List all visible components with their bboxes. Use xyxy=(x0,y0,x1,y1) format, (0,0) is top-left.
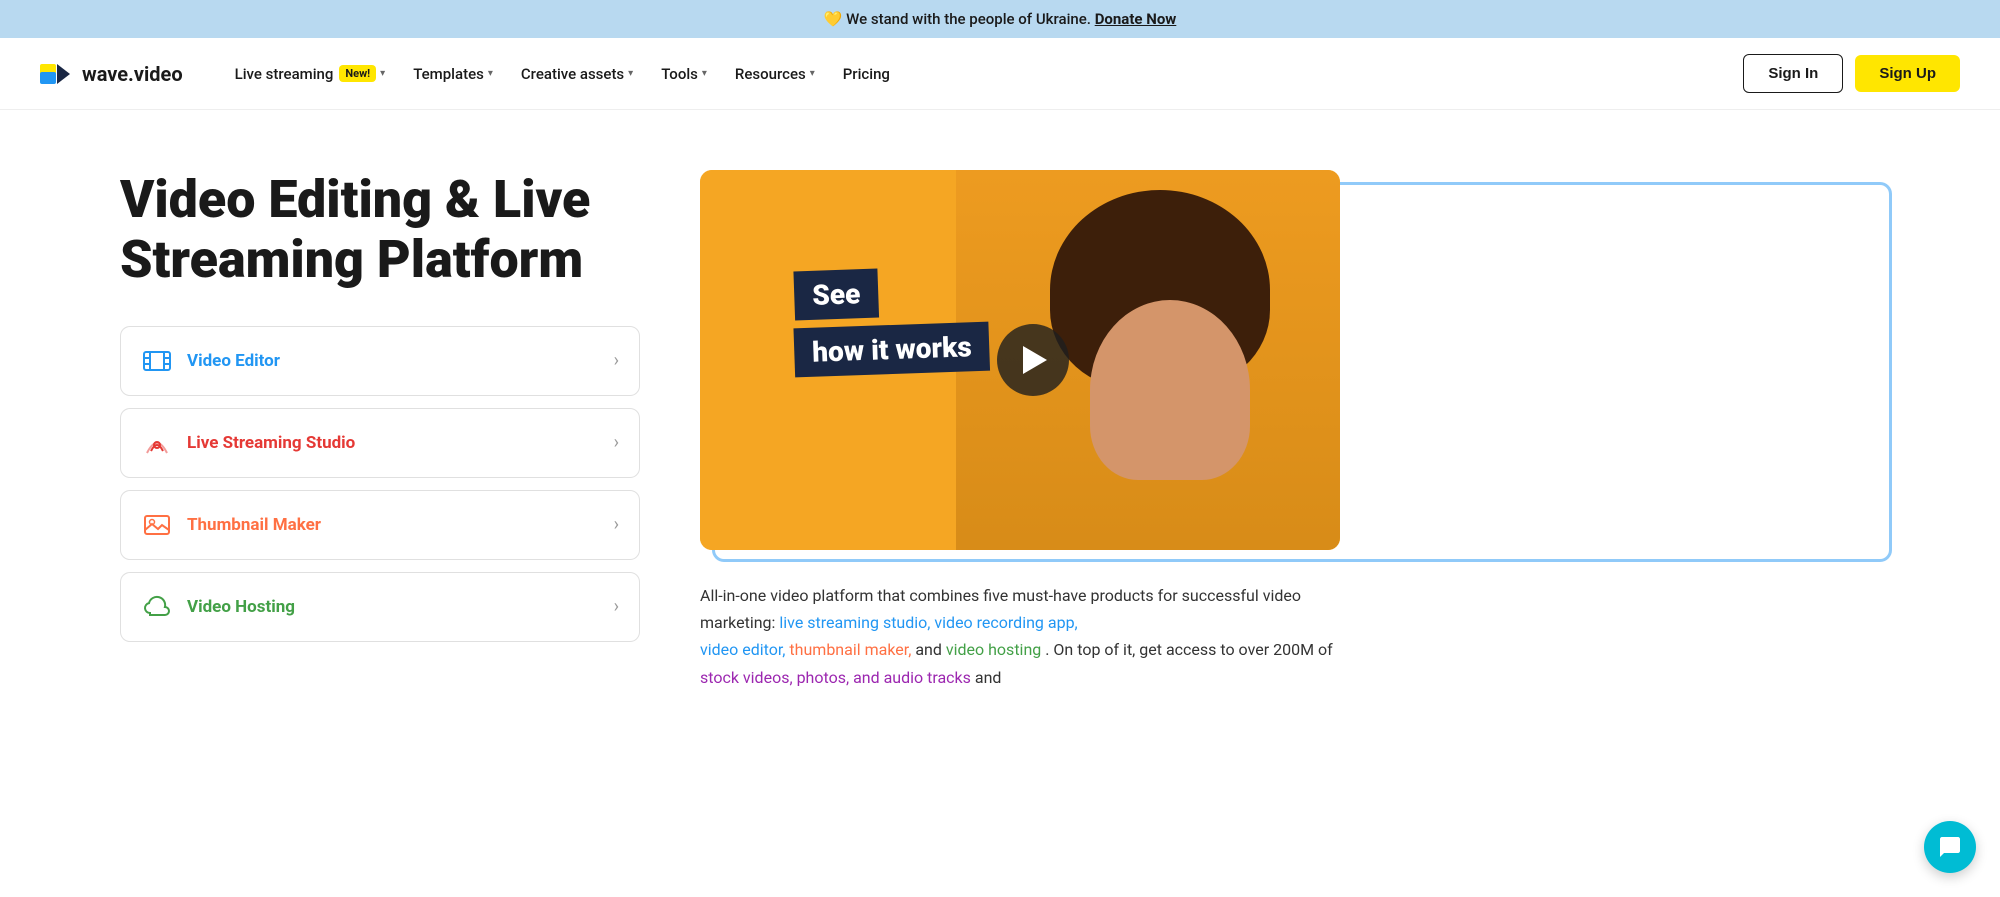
link-video-hosting[interactable]: video hosting xyxy=(946,640,1041,659)
how-it-works-text: how it works xyxy=(793,322,990,378)
nav-resources[interactable]: Resources ▾ xyxy=(723,57,827,91)
donate-link[interactable]: Donate Now xyxy=(1095,10,1177,28)
nav-templates-label: Templates xyxy=(413,65,484,83)
nav-resources-label: Resources xyxy=(735,65,806,83)
nav-actions: Sign In Sign Up xyxy=(1743,54,1960,93)
live-streaming-label: Live Streaming Studio xyxy=(187,433,355,453)
description-text: All-in-one video platform that combines … xyxy=(700,582,1340,691)
chat-bubble[interactable] xyxy=(1924,821,1976,873)
feature-video-editor[interactable]: Video Editor › xyxy=(120,326,640,396)
logo[interactable]: wave.video xyxy=(40,60,183,88)
chevron-down-icon: ▾ xyxy=(810,68,815,79)
logo-icon xyxy=(40,60,76,88)
link-live-streaming[interactable]: live streaming studio, video recording a… xyxy=(779,613,1077,632)
banner-text: We stand with the people of Ukraine. xyxy=(846,10,1091,28)
chevron-down-icon: ▾ xyxy=(488,68,493,79)
feature-left: Video Editor xyxy=(141,345,280,377)
nav-live-streaming-label: Live streaming xyxy=(235,65,334,83)
description-more: . On top of it, get access to over 200M … xyxy=(1045,640,1332,659)
link-thumbnail-maker[interactable]: thumbnail maker, xyxy=(789,640,911,659)
link-video-editor[interactable]: video editor, xyxy=(700,640,785,659)
chevron-down-icon: ▾ xyxy=(628,68,633,79)
broadcast-icon xyxy=(141,427,173,459)
nav-tools[interactable]: Tools ▾ xyxy=(649,57,719,91)
feature-live-streaming[interactable]: Live Streaming Studio › xyxy=(120,408,640,478)
link-stock[interactable]: stock videos, photos, and audio tracks xyxy=(700,668,971,687)
see-text: See xyxy=(793,269,879,321)
arrow-right-icon: › xyxy=(614,596,619,617)
right-section: See how it works All-in-one video platfo… xyxy=(700,170,1880,691)
feature-thumbnail-maker[interactable]: Thumbnail Maker › xyxy=(120,490,640,560)
arrow-right-icon: › xyxy=(614,514,619,535)
play-button[interactable] xyxy=(997,324,1069,396)
film-icon xyxy=(141,345,173,377)
hero-title: Video Editing & Live Streaming Platform xyxy=(120,170,640,290)
arrow-right-icon: › xyxy=(614,350,619,371)
video-editor-label: Video Editor xyxy=(187,351,280,371)
main-content: Video Editing & Live Streaming Platform xyxy=(0,110,2000,731)
ukraine-banner: 💛 We stand with the people of Ukraine. D… xyxy=(0,0,2000,38)
thumbnail-maker-label: Thumbnail Maker xyxy=(187,515,321,535)
nav-templates[interactable]: Templates ▾ xyxy=(401,57,505,91)
feature-left: Thumbnail Maker xyxy=(141,509,321,541)
left-section: Video Editing & Live Streaming Platform xyxy=(120,170,640,642)
video-wrapper: See how it works xyxy=(700,170,1880,550)
video-overlay: See how it works xyxy=(794,270,989,374)
nav-creative-assets[interactable]: Creative assets ▾ xyxy=(509,57,645,91)
signin-button[interactable]: Sign In xyxy=(1743,54,1843,93)
nav-creative-assets-label: Creative assets xyxy=(521,65,624,83)
navbar: wave.video Live streaming New! ▾ Templat… xyxy=(0,38,2000,110)
nav-live-streaming[interactable]: Live streaming New! ▾ xyxy=(223,57,398,91)
cloud-icon xyxy=(141,591,173,623)
signup-button[interactable]: Sign Up xyxy=(1855,55,1960,92)
nav-pricing[interactable]: Pricing xyxy=(831,57,902,91)
feature-left: Video Hosting xyxy=(141,591,295,623)
nav-pricing-label: Pricing xyxy=(843,65,890,83)
feature-list: Video Editor › Live Streaming Studio xyxy=(120,326,640,642)
nav-tools-label: Tools xyxy=(661,65,698,83)
banner-emoji: 💛 xyxy=(824,10,843,28)
description-end: and xyxy=(975,668,1002,687)
video-container[interactable]: See how it works xyxy=(700,170,1340,550)
image-icon xyxy=(141,509,173,541)
play-icon xyxy=(1023,346,1047,374)
chevron-down-icon: ▾ xyxy=(380,68,385,79)
logo-text: wave.video xyxy=(82,62,183,86)
new-badge: New! xyxy=(339,65,376,82)
nav-links: Live streaming New! ▾ Templates ▾ Creati… xyxy=(223,57,1744,91)
feature-left: Live Streaming Studio xyxy=(141,427,355,459)
chat-icon xyxy=(1938,835,1962,859)
description-and2: and xyxy=(915,640,946,659)
video-background: See how it works xyxy=(700,170,1340,550)
video-hosting-label: Video Hosting xyxy=(187,597,295,617)
chevron-down-icon: ▾ xyxy=(702,68,707,79)
arrow-right-icon: › xyxy=(614,432,619,453)
feature-video-hosting[interactable]: Video Hosting › xyxy=(120,572,640,642)
